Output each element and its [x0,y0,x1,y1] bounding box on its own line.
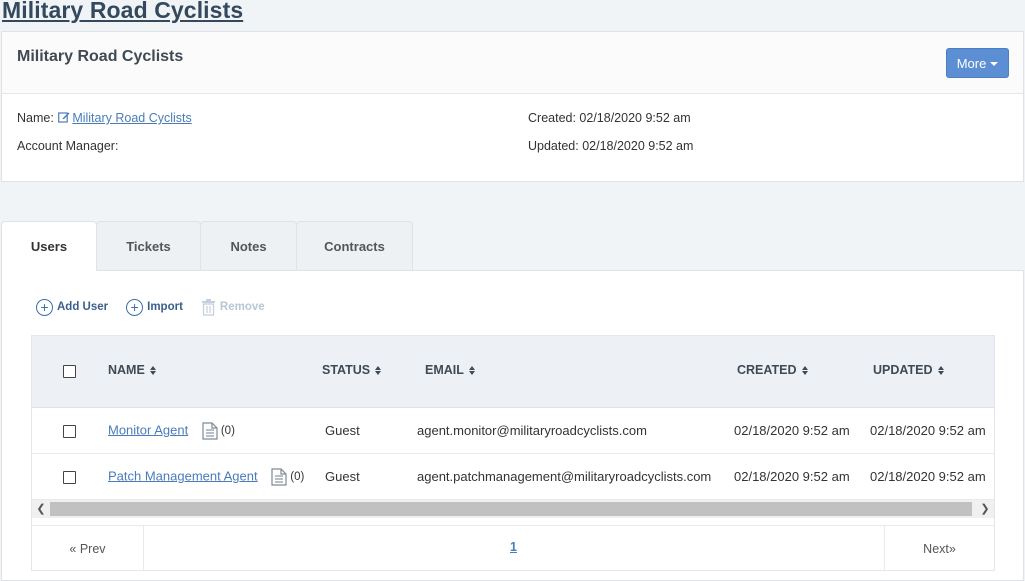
edit-icon[interactable] [58,111,70,123]
updated-cell: 02/18/2020 9:52 am [870,469,986,484]
trash-icon [201,299,215,316]
notes-count: (0) [290,471,305,484]
user-name-cell: Monitor Agent (0) [108,422,235,440]
import-button[interactable]: + Import [126,298,183,316]
pagination: « Prev 1 Next» [32,525,994,570]
notes-icon[interactable] [202,422,218,440]
sort-icon [801,365,808,375]
panel-title: Military Road Cyclists [17,48,184,65]
account-info-panel: Military Road Cyclists More Name: Milita… [1,31,1024,182]
column-label: EMAIL [425,363,464,377]
tab-users[interactable]: Users [1,221,97,271]
page-number-link[interactable]: 1 [510,540,517,554]
sort-icon [375,365,382,375]
remove-button[interactable]: Remove [201,298,265,316]
name-row: Name: Military Road Cyclists [17,111,192,125]
updated-cell: 02/18/2020 9:52 am [870,423,986,438]
prev-page-button[interactable]: « Prev [32,526,144,570]
column-header-status[interactable]: STATUS [322,363,382,377]
email-cell: agent.monitor@militaryroadcyclists.com [417,423,647,438]
tab-bar: Users Tickets Notes Contracts [1,221,413,271]
users-panel: + Add User + Import Remove NAME STATUS E… [1,270,1024,581]
remove-label: Remove [219,301,265,313]
next-page-button[interactable]: Next» [884,526,994,570]
row-checkbox[interactable] [63,471,76,484]
notes-count: (0) [220,425,235,438]
account-manager-label: Account Manager: [17,139,119,153]
tab-tickets[interactable]: Tickets [96,221,201,270]
updated-date: Updated: 02/18/2020 9:52 am [528,139,694,153]
column-header-updated[interactable]: UPDATED [873,363,944,377]
status-cell: Guest [325,423,360,438]
horizontal-scrollbar[interactable]: ❮ ❯ [32,500,994,518]
name-link[interactable]: Military Road Cyclists [72,111,191,125]
column-header-name[interactable]: NAME [108,363,156,377]
tab-contracts[interactable]: Contracts [296,221,413,270]
column-label: CREATED [737,363,797,377]
scrollbar-thumb[interactable] [50,502,972,516]
column-header-email[interactable]: EMAIL [425,363,475,377]
column-header-created[interactable]: CREATED [737,363,808,377]
scroll-left-icon[interactable]: ❮ [34,502,48,515]
users-table: NAME STATUS EMAIL CREATED UPDATED Monito… [31,335,995,571]
more-button[interactable]: More [946,48,1009,78]
sort-icon [149,365,156,375]
table-row: Monitor Agent (0) Guest agent.monitor@mi… [32,408,994,454]
created-cell: 02/18/2020 9:52 am [734,469,850,484]
add-circle-icon: + [36,298,53,316]
tab-notes[interactable]: Notes [200,221,297,270]
column-label: NAME [108,363,145,377]
email-cell: agent.patchmanagement@militaryroadcyclis… [417,469,712,484]
status-cell: Guest [325,469,360,484]
notes-icon[interactable] [271,468,287,486]
column-label: STATUS [322,363,371,377]
add-user-label: Add User [57,301,109,313]
column-label: UPDATED [873,363,933,377]
scroll-right-icon[interactable]: ❯ [978,502,992,515]
sort-icon [468,365,475,375]
row-checkbox[interactable] [63,425,76,438]
table-header: NAME STATUS EMAIL CREATED UPDATED [32,336,994,408]
user-name-link[interactable]: Patch Management Agent [108,468,258,483]
more-button-label: More [956,55,987,71]
import-label: Import [147,301,183,313]
table-row: Patch Management Agent (0) Guest agent.p… [32,454,994,500]
name-label: Name: [17,111,54,125]
user-name-link[interactable]: Monitor Agent [108,422,188,437]
users-toolbar: + Add User + Import Remove [36,298,283,316]
page-title[interactable]: Military Road Cyclists [2,0,243,24]
created-date: Created: 02/18/2020 9:52 am [528,111,691,125]
caret-down-icon [990,62,999,66]
created-cell: 02/18/2020 9:52 am [734,423,850,438]
user-name-cell: Patch Management Agent (0) [108,468,304,486]
import-circle-icon: + [126,298,144,316]
panel-header: Military Road Cyclists More [2,32,1023,94]
sort-icon [937,365,944,375]
select-all-checkbox[interactable] [63,365,76,378]
add-user-button[interactable]: + Add User [36,298,108,316]
